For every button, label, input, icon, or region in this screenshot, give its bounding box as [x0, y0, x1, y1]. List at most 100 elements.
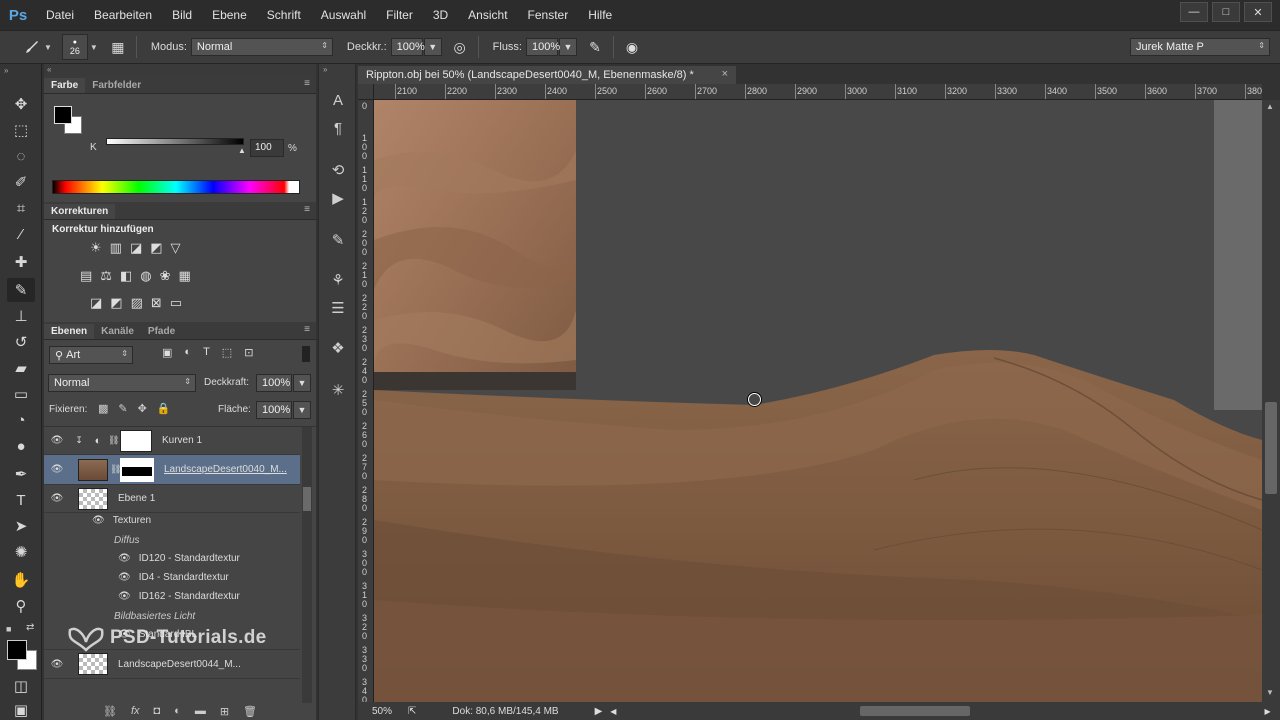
workspace-select[interactable]: Jurek Matte P ⇕	[1130, 38, 1270, 56]
brush-tool-icon[interactable]	[20, 35, 44, 59]
lock-all-icon[interactable]: 🔒	[157, 402, 171, 415]
layer-name[interactable]: LandscapeDesert0040_M...	[164, 464, 287, 475]
k-value-input[interactable]: 100	[250, 139, 284, 157]
visibility-eye-icon[interactable]: 👁	[118, 591, 131, 602]
paragraph-panel-icon[interactable]: ¶	[328, 118, 348, 138]
layer-mask-thumbnail[interactable]	[120, 457, 154, 482]
pressure-opacity-icon[interactable]: ◎	[448, 35, 472, 59]
pen-tool-icon[interactable]: ✒	[7, 462, 35, 486]
selective-color-icon[interactable]: ▭	[170, 295, 182, 311]
history-panel-icon[interactable]: ⟲	[328, 160, 348, 180]
delete-layer-icon[interactable]: 🗑	[243, 705, 257, 718]
brush-tool-icon[interactable]: ✎	[7, 278, 35, 302]
color-spectrum[interactable]	[52, 180, 300, 194]
screen-mode-icon[interactable]: ▣	[7, 698, 35, 720]
minimize-icon[interactable]: —	[1180, 2, 1208, 22]
textures-row[interactable]: 👁 Texturen	[92, 515, 151, 526]
quick-selection-tool-icon[interactable]: ✐	[7, 170, 35, 194]
filter-type-icon[interactable]: T	[203, 346, 210, 359]
deckkraft-input[interactable]: 100%	[390, 38, 425, 56]
levels-icon[interactable]: ▥	[110, 240, 122, 256]
panel-menu-icon[interactable]: ≡	[304, 324, 310, 335]
visibility-eye-icon[interactable]: 👁	[118, 572, 131, 583]
filter-smartobject-icon[interactable]: ⊡	[244, 346, 253, 359]
document-canvas[interactable]	[374, 100, 1262, 702]
hand-tool-icon[interactable]: ✋	[7, 568, 35, 592]
visibility-eye-icon[interactable]: 👁	[92, 515, 105, 526]
dodge-tool-icon[interactable]: ●	[7, 434, 35, 458]
menu-bild[interactable]: Bild	[162, 0, 202, 30]
channel-mixer-icon[interactable]: ❀	[160, 268, 171, 284]
tab-ebenen[interactable]: Ebenen	[44, 324, 95, 339]
properties-panel-icon[interactable]: ☰	[328, 298, 348, 318]
tab-korrekturen[interactable]: Korrekturen	[44, 204, 116, 219]
bar-collapse-icon[interactable]: »	[323, 65, 327, 74]
exposure-icon[interactable]: ◩	[150, 240, 162, 256]
new-layer-icon[interactable]: ⊞	[220, 705, 229, 718]
lock-transparent-icon[interactable]: ▩	[98, 402, 108, 415]
zoom-tool-icon[interactable]: ⚲	[7, 594, 35, 618]
swap-colors-icon[interactable]: ⇄	[26, 622, 34, 633]
add-mask-icon[interactable]: ◘	[154, 705, 161, 717]
black-white-icon[interactable]: ◧	[120, 268, 132, 284]
scroll-down-arrow-icon[interactable]: ▼	[1266, 688, 1274, 697]
fluss-slider-arrow-icon[interactable]: ▼	[559, 38, 577, 56]
menu-3d[interactable]: 3D	[423, 0, 458, 30]
tab-farbfelder[interactable]: Farbfelder	[85, 78, 148, 93]
3d-layer-thumbnail[interactable]	[78, 487, 108, 510]
visibility-eye-icon[interactable]: 👁	[44, 493, 70, 504]
slider-handle-icon[interactable]: ▲	[238, 146, 246, 155]
status-menu-arrow-icon[interactable]: ▶	[595, 706, 603, 717]
crop-tool-icon[interactable]: ⌗	[7, 196, 35, 220]
scroll-up-arrow-icon[interactable]: ▲	[1266, 102, 1274, 111]
threshold-icon[interactable]: ▨	[131, 295, 143, 311]
history-brush-tool-icon[interactable]: ↺	[7, 330, 35, 354]
layers-scrollbar[interactable]	[302, 427, 312, 703]
modus-select[interactable]: Normal ⇕	[190, 38, 333, 56]
lock-position-icon[interactable]: ✥	[138, 402, 147, 415]
visibility-eye-icon[interactable]: 👁	[118, 553, 131, 564]
filter-shape-icon[interactable]: ⬚	[222, 346, 232, 359]
horizontal-scrollbar[interactable]	[620, 705, 1261, 717]
lasso-tool-icon[interactable]: ◌	[7, 144, 35, 168]
tab-pfade[interactable]: Pfade	[141, 324, 182, 339]
dropdown-arrow-icon[interactable]: ▼	[44, 43, 52, 52]
type-tool-icon[interactable]: T	[7, 488, 35, 512]
healing-brush-tool-icon[interactable]: ✚	[7, 250, 35, 274]
photo-filter-icon[interactable]: ◍	[140, 268, 151, 284]
menu-bearbeiten[interactable]: Bearbeiten	[84, 0, 162, 30]
brush-panel-toggle-icon[interactable]: ▦	[106, 35, 130, 59]
pressure-size-icon[interactable]: ◉	[620, 35, 644, 59]
light-panel-icon[interactable]: ✳	[328, 380, 348, 400]
brush-preset-picker[interactable]: ● 26	[61, 34, 88, 60]
vibrance-icon[interactable]: ▽	[171, 240, 181, 256]
texture-row[interactable]: 👁 ID120 - Standardtextur	[118, 553, 240, 564]
move-tool-icon[interactable]: ✥	[7, 92, 35, 116]
opacity-arrow-icon[interactable]: ▼	[293, 374, 311, 392]
fill-input[interactable]: 100%	[256, 401, 292, 419]
layer-name[interactable]: Ebene 1	[118, 493, 155, 504]
menu-ansicht[interactable]: Ansicht	[458, 0, 517, 30]
close-document-icon[interactable]: ×	[722, 68, 728, 80]
close-window-icon[interactable]: ✕	[1244, 2, 1272, 22]
fill-arrow-icon[interactable]: ▼	[293, 401, 311, 419]
gradient-tool-icon[interactable]: ▭	[7, 382, 35, 406]
panel-menu-icon[interactable]: ≡	[304, 204, 310, 215]
opacity-input[interactable]: 100%	[256, 374, 292, 392]
layer-name[interactable]: Kurven 1	[162, 435, 202, 446]
brush-presets-icon[interactable]: ✎	[328, 230, 348, 250]
panel-menu-icon[interactable]: ≡	[304, 78, 310, 89]
3d-tool-icon[interactable]: ✺	[7, 540, 35, 564]
k-slider[interactable]	[106, 138, 244, 145]
link-layers-icon[interactable]: ⛓	[103, 705, 117, 718]
eyedropper-tool-icon[interactable]: ⁄	[7, 222, 35, 246]
menu-hilfe[interactable]: Hilfe	[578, 0, 622, 30]
airbrush-icon[interactable]: ✎	[583, 35, 607, 59]
hscroll-left-arrow-icon[interactable]: ◀	[610, 707, 616, 716]
color-balance-icon[interactable]: ⚖	[100, 268, 112, 284]
deckkraft-slider-arrow-icon[interactable]: ▼	[423, 38, 442, 56]
layer-name[interactable]: LandscapeDesert0044_M...	[118, 659, 241, 670]
marquee-tool-icon[interactable]: ⬚	[7, 118, 35, 142]
curves-icon[interactable]: ◪	[130, 240, 142, 256]
vertical-scroll-thumb[interactable]	[1265, 402, 1277, 494]
